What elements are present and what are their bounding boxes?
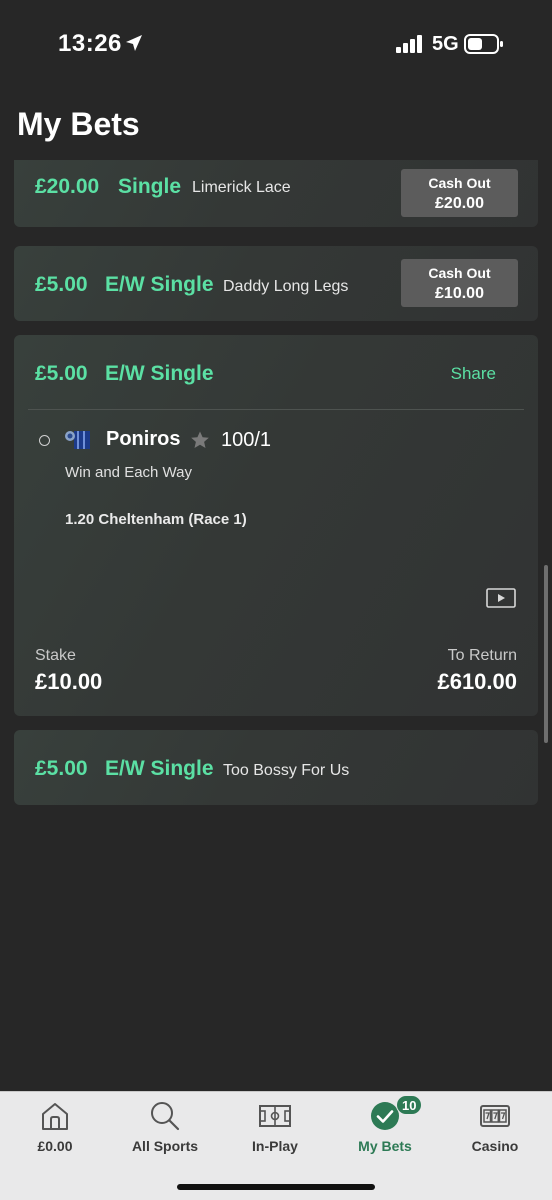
- bet-type: Single: [118, 175, 182, 198]
- tab-in-play[interactable]: In-Play: [220, 1092, 330, 1172]
- bet-stake-amount: £20.00: [35, 175, 100, 198]
- scrollbar[interactable]: [544, 565, 548, 743]
- bets-count-badge: 10: [396, 1095, 423, 1115]
- selection-name: Limerick Lace: [192, 179, 291, 196]
- status-bar: 13:26 5G: [0, 0, 552, 88]
- bet-stake-amount: £5.00: [35, 362, 88, 385]
- tab-label: All Sports: [131, 1138, 199, 1154]
- video-play-icon[interactable]: [486, 588, 516, 608]
- tab-my-bets[interactable]: 10 My Bets: [330, 1092, 440, 1172]
- tab-casino[interactable]: Casino: [440, 1092, 550, 1172]
- divider: [28, 409, 524, 410]
- cash-out-button[interactable]: Cash Out £20.00: [401, 169, 518, 217]
- status-time: 13:26: [58, 30, 122, 57]
- selection-name: Too Bossy For Us: [223, 762, 350, 779]
- bets-list[interactable]: £20.00 Single Limerick Lace Cash Out £20…: [0, 160, 552, 1090]
- market-name: Win and Each Way: [65, 464, 192, 481]
- slot-machine-icon: [480, 1105, 510, 1127]
- share-button[interactable]: Share: [451, 364, 496, 384]
- star-icon[interactable]: [190, 430, 210, 450]
- race-name[interactable]: 1.20 Cheltenham (Race 1): [65, 511, 247, 528]
- bet-stake-amount: £5.00: [35, 273, 88, 296]
- page-title: My Bets: [17, 106, 140, 142]
- bet-type: E/W Single: [105, 273, 214, 296]
- horse-name: Poniros: [106, 428, 181, 450]
- pitch-icon: [259, 1105, 291, 1127]
- return-value: £610.00: [437, 669, 517, 694]
- bet-type: E/W Single: [105, 757, 214, 780]
- bet-card[interactable]: £20.00 Single Limerick Lace Cash Out £20…: [14, 160, 538, 227]
- cash-out-value: £20.00: [435, 195, 484, 212]
- tab-all-sports[interactable]: All Sports: [110, 1092, 220, 1172]
- signal-icon: [396, 35, 422, 53]
- tab-label: Casino: [471, 1138, 519, 1154]
- cash-out-value: £10.00: [435, 285, 484, 302]
- home-indicator: [177, 1184, 375, 1190]
- tab-label: In-Play: [252, 1138, 298, 1154]
- bet-card-expanded[interactable]: £5.00 E/W Single Share Poniros 100/1 Win…: [14, 335, 538, 716]
- tab-label: My Bets: [358, 1138, 412, 1154]
- bet-card[interactable]: £5.00 E/W Single Daddy Long Legs Cash Ou…: [14, 246, 538, 321]
- cash-out-label: Cash Out: [428, 265, 491, 281]
- stake-label: Stake: [35, 647, 76, 664]
- stake-value: £10.00: [35, 669, 103, 694]
- location-arrow-icon: [126, 35, 142, 51]
- cash-out-button[interactable]: Cash Out £10.00: [401, 259, 518, 307]
- bet-type: E/W Single: [105, 362, 214, 385]
- network-type: 5G: [432, 33, 459, 55]
- bet-card[interactable]: £5.00 E/W Single Too Bossy For Us: [14, 730, 538, 805]
- search-icon: [151, 1102, 180, 1131]
- bet-stake-amount: £5.00: [35, 757, 88, 780]
- home-icon: [42, 1103, 68, 1130]
- jockey-silks-icon: [65, 431, 90, 449]
- odds: 100/1: [221, 429, 272, 451]
- selection-name: Daddy Long Legs: [223, 278, 349, 295]
- tab-label: £0.00: [37, 1138, 73, 1154]
- result-status-icon: [39, 435, 50, 446]
- tab-balance[interactable]: £0.00: [0, 1092, 110, 1172]
- cash-out-label: Cash Out: [428, 175, 491, 191]
- return-label: To Return: [447, 647, 517, 664]
- battery-icon: [464, 34, 503, 54]
